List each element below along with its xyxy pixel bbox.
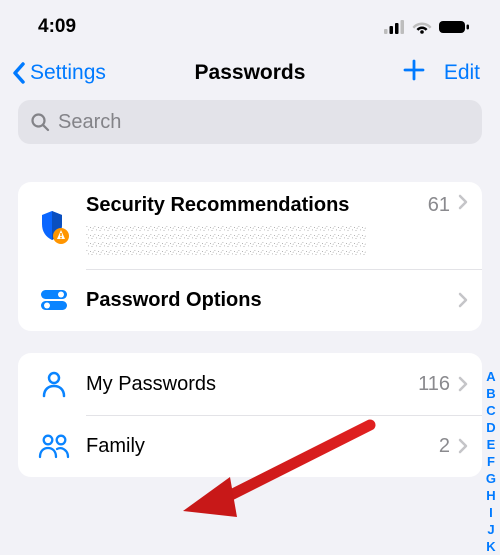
chevron-left-icon <box>10 61 28 85</box>
index-letter[interactable]: H <box>486 487 495 504</box>
section-index[interactable]: A B C D E F G H I J K <box>486 368 496 555</box>
index-letter[interactable]: E <box>487 436 496 453</box>
chevron-right-icon <box>458 376 468 392</box>
status-time: 4:09 <box>38 16 76 38</box>
row-title: My Passwords <box>86 373 418 396</box>
add-button[interactable] <box>402 58 426 88</box>
back-label: Settings <box>30 61 106 85</box>
status-bar: 4:09 <box>0 0 500 48</box>
wifi-icon <box>412 20 432 34</box>
row-title: Password Options <box>86 289 458 312</box>
index-letter[interactable]: J <box>487 521 494 538</box>
people-icon <box>37 433 71 459</box>
group-settings: Security Recommendations 61 Password Opt… <box>18 182 482 331</box>
index-letter[interactable]: D <box>486 419 495 436</box>
shield-alert-icon <box>39 210 69 244</box>
redacted-subtext <box>86 225 366 255</box>
nav-bar: Settings Passwords Edit <box>0 48 500 100</box>
chevron-right-icon <box>458 194 468 210</box>
battery-icon <box>438 20 470 34</box>
row-title: Family <box>86 435 439 458</box>
edit-button[interactable]: Edit <box>444 61 480 85</box>
row-count: 61 <box>428 194 450 217</box>
person-icon <box>40 370 68 398</box>
chevron-right-icon <box>458 292 468 308</box>
toggles-icon <box>39 288 69 312</box>
search-input[interactable]: Search <box>18 100 482 144</box>
index-letter[interactable]: K <box>486 538 495 555</box>
row-count: 2 <box>439 435 450 458</box>
search-icon <box>30 112 50 132</box>
index-letter[interactable]: A <box>486 368 495 385</box>
back-button[interactable]: Settings <box>10 61 106 85</box>
index-letter[interactable]: B <box>486 385 495 402</box>
row-count: 116 <box>418 373 450 396</box>
row-password-options[interactable]: Password Options <box>18 269 482 331</box>
chevron-right-icon <box>458 438 468 454</box>
group-collections: My Passwords 116 Family 2 <box>18 353 482 477</box>
cellular-icon <box>384 20 406 34</box>
index-letter[interactable]: F <box>487 453 495 470</box>
row-family[interactable]: Family 2 <box>18 415 482 477</box>
row-security-recommendations[interactable]: Security Recommendations 61 <box>18 182 482 269</box>
page-title: Passwords <box>195 61 306 85</box>
search-placeholder: Search <box>58 111 121 134</box>
index-letter[interactable]: G <box>486 470 496 487</box>
plus-icon <box>402 58 426 82</box>
index-letter[interactable]: I <box>489 504 493 521</box>
row-title: Security Recommendations <box>86 194 428 217</box>
row-my-passwords[interactable]: My Passwords 116 <box>18 353 482 415</box>
status-icons <box>384 20 470 34</box>
index-letter[interactable]: C <box>486 402 495 419</box>
